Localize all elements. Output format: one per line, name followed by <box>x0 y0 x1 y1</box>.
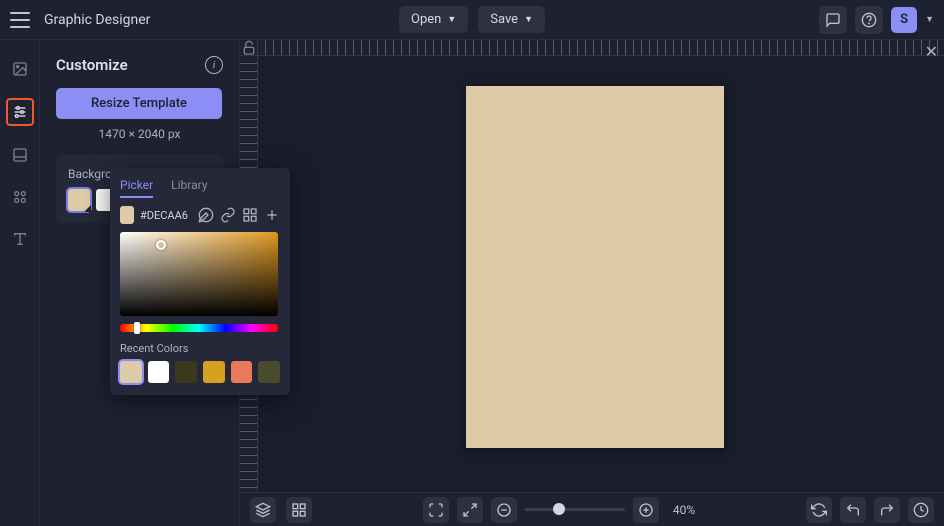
dimensions-label: 1470 × 2040 px <box>56 127 223 141</box>
ruler-lock-icon[interactable] <box>240 40 258 56</box>
image-tool[interactable] <box>7 56 33 82</box>
redo-button[interactable] <box>874 497 900 523</box>
expand-button[interactable] <box>457 497 483 523</box>
panel-header: Customize i <box>56 56 223 74</box>
canvas-area: ✕ <box>240 40 944 492</box>
add-icon[interactable] <box>264 206 280 224</box>
bottombar-left <box>250 497 312 523</box>
info-icon[interactable]: i <box>205 56 223 74</box>
color-picker-popover: Picker Library Recent Colors <box>110 168 290 395</box>
account-chevron-icon[interactable]: ▼ <box>925 14 934 25</box>
sv-cursor[interactable] <box>156 240 166 250</box>
save-button[interactable]: Save ▼ <box>478 6 545 33</box>
shapes-tool[interactable] <box>7 184 33 210</box>
grid-icon[interactable] <box>242 206 258 224</box>
refresh-button[interactable] <box>806 497 832 523</box>
zoom-in-button[interactable] <box>633 497 659 523</box>
bottombar-right <box>806 497 934 523</box>
avatar[interactable]: S <box>891 7 917 33</box>
hex-input[interactable] <box>140 209 192 222</box>
layout-tool[interactable] <box>7 142 33 168</box>
open-label: Open <box>411 12 441 27</box>
pages-button[interactable] <box>286 497 312 523</box>
recent-colors-label: Recent Colors <box>120 342 280 355</box>
hue-thumb[interactable] <box>134 322 140 334</box>
topbar: Graphic Designer Open ▼ Save ▼ S ▼ <box>0 0 944 40</box>
recent-colors-row <box>120 361 280 383</box>
recent-swatch-5[interactable] <box>231 361 253 383</box>
undo-button[interactable] <box>840 497 866 523</box>
open-button[interactable]: Open ▼ <box>399 6 468 33</box>
save-label: Save <box>490 12 518 27</box>
chevron-down-icon: ▼ <box>447 14 456 25</box>
chevron-down-icon: ▼ <box>524 14 533 25</box>
fit-button[interactable] <box>423 497 449 523</box>
close-icon[interactable]: ✕ <box>925 42 938 61</box>
recent-swatch-6[interactable] <box>258 361 280 383</box>
saturation-canvas[interactable] <box>120 232 278 316</box>
tab-library[interactable]: Library <box>171 178 207 198</box>
topbar-center: Open ▼ Save ▼ <box>399 6 545 33</box>
bottombar: 40% <box>240 492 944 526</box>
tab-picker[interactable]: Picker <box>120 178 153 198</box>
recent-swatch-3[interactable] <box>175 361 197 383</box>
swatch-beige[interactable] <box>68 189 90 211</box>
comment-button[interactable] <box>819 6 847 34</box>
recent-swatch-1[interactable] <box>120 361 142 383</box>
customize-tool[interactable] <box>6 98 34 126</box>
zoom-percent: 40% <box>673 503 695 517</box>
app-title: Graphic Designer <box>44 12 150 28</box>
artboard[interactable] <box>466 86 724 448</box>
resize-template-button[interactable]: Resize Template <box>56 88 222 119</box>
color-preview <box>120 206 134 224</box>
panel-title: Customize <box>56 56 128 74</box>
eyedropper-icon[interactable] <box>198 206 214 224</box>
picker-controls <box>120 206 280 224</box>
menu-icon[interactable] <box>10 12 30 28</box>
picker-tabs: Picker Library <box>120 178 280 198</box>
link-icon[interactable] <box>220 206 236 224</box>
toolstrip <box>0 40 40 526</box>
zoom-out-button[interactable] <box>491 497 517 523</box>
text-tool[interactable] <box>7 226 33 252</box>
zoom-thumb[interactable] <box>553 503 565 515</box>
history-button[interactable] <box>908 497 934 523</box>
recent-swatch-4[interactable] <box>203 361 225 383</box>
hue-slider[interactable] <box>120 324 278 332</box>
ruler-horizontal[interactable] <box>258 40 944 56</box>
topbar-right: S ▼ <box>819 6 934 34</box>
zoom-slider[interactable] <box>525 508 625 511</box>
recent-swatch-2[interactable] <box>148 361 170 383</box>
bottombar-center: 40% <box>423 497 695 523</box>
help-button[interactable] <box>855 6 883 34</box>
layers-button[interactable] <box>250 497 276 523</box>
